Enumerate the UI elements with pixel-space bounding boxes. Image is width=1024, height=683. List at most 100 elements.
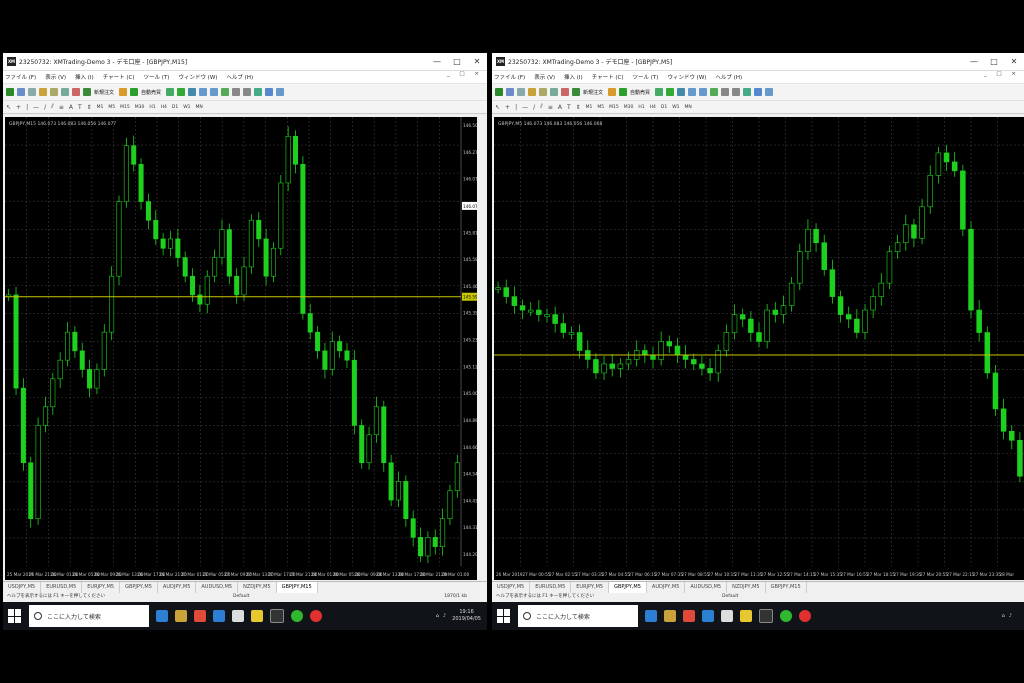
channel-icon[interactable]: ⫽	[51, 103, 54, 111]
navigator-icon[interactable]	[539, 88, 547, 96]
horizontal-line-icon[interactable]: —	[522, 104, 528, 111]
explorer-icon[interactable]	[740, 610, 752, 622]
zoom-in-icon[interactable]	[199, 88, 208, 96]
windows-start-icon[interactable]	[8, 609, 22, 623]
menu-view[interactable]: 表示 (V)	[45, 73, 66, 81]
candlestick-icon[interactable]	[177, 88, 186, 96]
chart-tab[interactable]: NZDJPY,M5	[238, 582, 277, 593]
chrome-icon[interactable]	[683, 610, 695, 622]
mail-icon[interactable]	[721, 610, 733, 622]
profiles-icon[interactable]	[506, 88, 514, 96]
menu-help[interactable]: ヘルプ (H)	[715, 73, 742, 81]
zoom-in-icon[interactable]	[688, 88, 697, 96]
text-icon[interactable]: A	[69, 104, 73, 111]
chart-shift-icon[interactable]	[721, 88, 730, 96]
line-app-icon[interactable]	[291, 610, 303, 622]
line-chart-icon[interactable]	[677, 88, 686, 96]
tester-icon[interactable]	[561, 88, 569, 96]
crosshair-icon[interactable]: +	[16, 104, 21, 111]
minimize-button[interactable]: —	[964, 53, 984, 70]
metaeditor-icon[interactable]	[119, 88, 128, 96]
menu-window[interactable]: ウィンドウ (W)	[667, 73, 706, 81]
bar-chart-icon[interactable]	[166, 88, 175, 96]
windows-start-icon[interactable]	[497, 609, 511, 623]
window-titlebar[interactable]: XM 23250732: XMTrading-Demo 3 - デモ口座 - […	[492, 53, 1024, 71]
timeframe-m5[interactable]: M5	[597, 105, 604, 110]
chart-tab[interactable]: AUDJPY,M5	[647, 582, 686, 593]
zoom-out-icon[interactable]	[210, 88, 219, 96]
store-icon[interactable]	[664, 610, 676, 622]
network-icon[interactable]: ⌂	[436, 613, 439, 619]
cursor-icon[interactable]: ↖	[495, 104, 500, 111]
maximize-button[interactable]: □	[984, 53, 1004, 70]
chart-tab[interactable]: GBPJPY,M5	[120, 582, 158, 593]
auto-trading-icon[interactable]	[619, 88, 628, 96]
text-icon[interactable]: A	[558, 104, 562, 111]
timeframe-m30[interactable]: M30	[624, 105, 634, 110]
mdi-controls[interactable]: _ □ ×	[984, 71, 1020, 77]
auto-trading-button[interactable]: 自動売買	[630, 89, 650, 96]
tile-windows-icon[interactable]	[221, 88, 230, 96]
chart-tab[interactable]: GBPJPY,M5	[609, 582, 647, 593]
taskbar-search[interactable]: ここに入力して検索	[29, 605, 149, 627]
arrows-icon[interactable]: ⇕	[87, 104, 92, 111]
data-window-icon[interactable]	[528, 88, 536, 96]
menu-help[interactable]: ヘルプ (H)	[226, 73, 253, 81]
fibonacci-icon[interactable]: ≡	[548, 104, 553, 111]
channel-icon[interactable]: ⫽	[540, 103, 543, 111]
bar-chart-icon[interactable]	[655, 88, 664, 96]
menu-insert[interactable]: 挿入 (I)	[564, 73, 583, 81]
chart-tab[interactable]: NZDJPY,M5	[727, 582, 766, 593]
chrome-icon[interactable]	[194, 610, 206, 622]
timeframe-mn[interactable]: MN	[685, 105, 692, 110]
menu-charts[interactable]: チャート (C)	[103, 73, 135, 81]
timeframe-w1[interactable]: W1	[672, 105, 679, 110]
chart-tab[interactable]: AUDUSD,M5	[196, 582, 239, 593]
price-chart[interactable]: GBPJPY,M15 146.073 146.083 146.056 146.0…	[5, 117, 477, 580]
vertical-line-icon[interactable]: |	[515, 104, 517, 111]
edge-icon[interactable]	[645, 610, 657, 622]
timeframe-m15[interactable]: M15	[609, 105, 619, 110]
mail-icon[interactable]	[232, 610, 244, 622]
cursor-icon[interactable]: ↖	[6, 104, 11, 111]
edge2-icon[interactable]	[702, 610, 714, 622]
chart-tab[interactable]: USDJPY,M5	[3, 582, 42, 593]
chart-tab[interactable]: EURUSD,M5	[41, 582, 83, 593]
chart-shift-icon[interactable]	[232, 88, 241, 96]
menu-tools[interactable]: ツール (T)	[144, 73, 170, 81]
timeframe-m15[interactable]: M15	[120, 105, 130, 110]
data-window-icon[interactable]	[39, 88, 47, 96]
profiles-icon[interactable]	[17, 88, 25, 96]
menu-file[interactable]: ファイル (F)	[5, 73, 36, 81]
timeframe-m1[interactable]: M1	[586, 105, 593, 110]
xm-taskbar-icon[interactable]	[270, 609, 284, 623]
arrows-icon[interactable]: ⇕	[576, 104, 581, 111]
window-titlebar[interactable]: XM 23250732: XMTrading-Demo 3 - デモ口座 - […	[3, 53, 487, 71]
chart-tab[interactable]: AUDUSD,M5	[685, 582, 728, 593]
tile-windows-icon[interactable]	[710, 88, 719, 96]
volume-icon[interactable]: ♪	[1009, 613, 1012, 619]
timeframe-d1[interactable]: D1	[661, 105, 667, 110]
timeframe-w1[interactable]: W1	[183, 105, 190, 110]
timeframe-m1[interactable]: M1	[97, 105, 104, 110]
crosshair-icon[interactable]: +	[505, 104, 510, 111]
app-icon[interactable]	[799, 610, 811, 622]
autoscroll-icon[interactable]	[243, 88, 252, 96]
taskbar-clock[interactable]: 19:16 2019/04/05	[452, 609, 481, 623]
fibonacci-icon[interactable]: ≡	[59, 104, 64, 111]
timeframe-mn[interactable]: MN	[196, 105, 203, 110]
menu-window[interactable]: ウィンドウ (W)	[178, 73, 217, 81]
market-watch-icon[interactable]	[28, 88, 36, 96]
chart-svg[interactable]: GBPJPY,M15 146.073 146.083 146.056 146.0…	[5, 117, 477, 580]
xm-taskbar-icon[interactable]	[759, 609, 773, 623]
new-chart-icon[interactable]	[495, 88, 503, 96]
mdi-controls[interactable]: _ □ ×	[447, 71, 483, 77]
menu-insert[interactable]: 挿入 (I)	[75, 73, 94, 81]
chart-tab[interactable]: GBPJPY,M15	[766, 582, 807, 593]
vertical-line-icon[interactable]: |	[26, 104, 28, 111]
app-icon[interactable]	[310, 610, 322, 622]
templates-icon[interactable]	[765, 88, 774, 96]
edge-icon[interactable]	[156, 610, 168, 622]
trendline-icon[interactable]: /	[533, 104, 535, 111]
chart-tab[interactable]: USDJPY,M5	[492, 582, 531, 593]
